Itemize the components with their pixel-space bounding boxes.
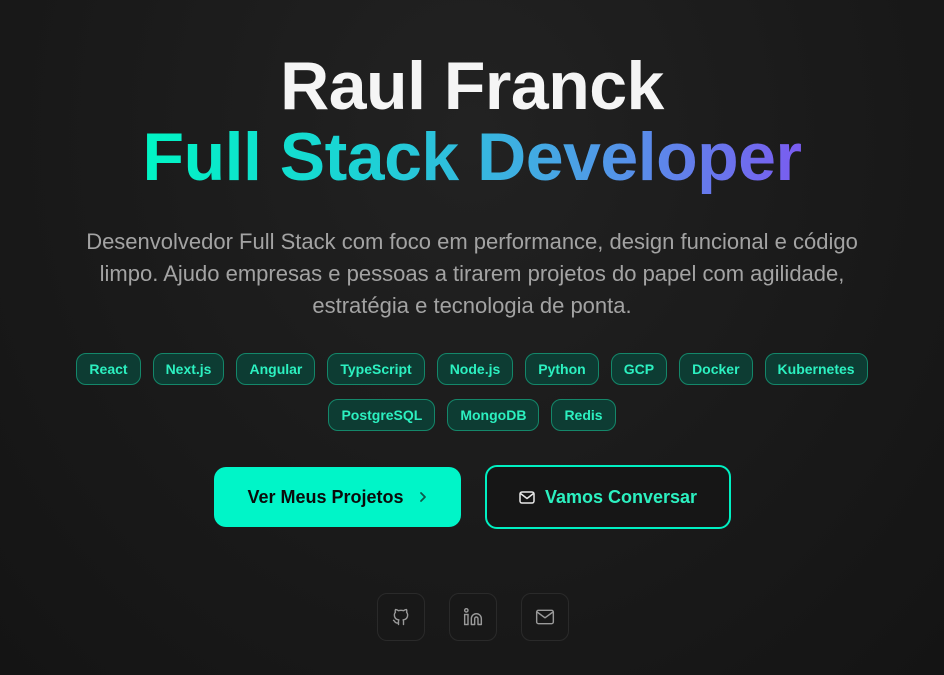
tech-tag-list: React Next.js Angular TypeScript Node.js… [60,353,884,431]
hero-role-text: Full Stack Developer [142,119,802,195]
tech-tag: Redis [551,399,616,431]
tech-tag: Node.js [436,353,514,385]
tech-tag: PostgreSQL [328,399,436,431]
tech-tag: Python [525,353,599,385]
tech-tag: Angular [236,353,316,385]
tech-tag: Docker [679,353,753,385]
tech-tag: TypeScript [327,353,425,385]
github-link[interactable] [377,593,425,641]
tech-tag: React [76,353,141,385]
mail-icon [535,607,555,627]
view-projects-button[interactable]: Ver Meus Projetos [214,467,461,527]
hero-name: Raul Franck [280,48,664,124]
tech-tag: GCP [610,353,668,385]
linkedin-icon [463,607,483,627]
tech-tag: Kubernetes [764,353,868,385]
hero-description: Desenvolvedor Full Stack com foco em per… [86,229,858,318]
contact-button[interactable]: Vamos Conversar [485,465,731,529]
github-icon [391,607,411,627]
hero-section: Raul Franck Full Stack Developer Desenvo… [0,0,944,675]
email-link[interactable] [521,593,569,641]
mail-icon [519,490,535,504]
view-projects-label: Ver Meus Projetos [247,486,404,507]
contact-label: Vamos Conversar [544,486,698,507]
linkedin-link[interactable] [449,593,497,641]
hero-role: Full Stack Developer [0,117,944,197]
tech-tag: MongoDB [447,399,540,431]
chevron-right-icon [418,490,428,504]
tech-tag: Next.js [152,353,225,385]
